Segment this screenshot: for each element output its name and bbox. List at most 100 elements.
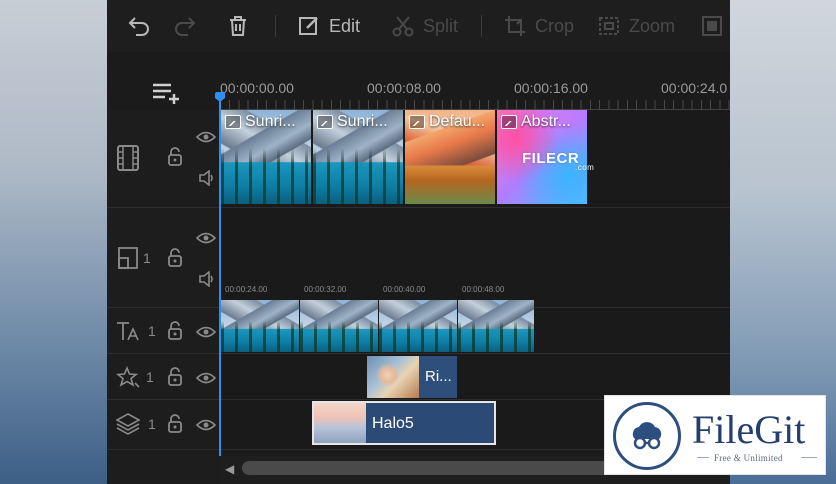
overlay-clip-frame[interactable]	[458, 300, 534, 352]
clip-name: Halo5	[372, 415, 414, 432]
video-clip[interactable]: Sunri...	[221, 110, 311, 204]
clip-thumbnail	[221, 320, 299, 352]
clip-label: Sunri...	[225, 113, 296, 131]
clip-name: Defau...	[429, 113, 486, 130]
add-track-icon[interactable]	[151, 82, 181, 104]
lock-icon[interactable]	[167, 147, 183, 167]
trash-icon	[230, 16, 246, 36]
eye-icon[interactable]	[196, 325, 216, 339]
track-count: 1	[148, 416, 156, 432]
effect-clip[interactable]: Ri...	[367, 356, 457, 398]
speaker-icon[interactable]	[198, 170, 216, 186]
mini-time-label: 00:00:32.00	[304, 285, 347, 294]
clip-thumbnail	[458, 320, 534, 352]
image-icon	[501, 115, 517, 129]
ruler-label: 00:00:24.0	[661, 80, 728, 96]
edit-button[interactable]: Edit	[297, 13, 360, 39]
redo-button[interactable]	[173, 13, 197, 39]
clip-name: Abstr...	[521, 113, 571, 130]
edit-icon	[299, 17, 318, 35]
effects-track-header: 1	[107, 354, 220, 400]
overlay-icon	[118, 247, 138, 269]
lock-icon[interactable]	[167, 414, 183, 434]
filegit-title: FileGit	[692, 407, 806, 452]
overlay-clip-frame[interactable]	[300, 300, 378, 352]
eye-icon[interactable]	[196, 231, 216, 245]
clip-name: Sunri...	[337, 113, 388, 130]
effects-star-icon	[116, 366, 140, 388]
mini-time-label: 00:00:24.00	[225, 285, 268, 294]
ruler-label: 00:00:08.00	[367, 80, 441, 96]
clip-name: Ri...	[425, 368, 452, 385]
split-label: Split	[423, 15, 459, 36]
eye-icon[interactable]	[196, 418, 216, 432]
playhead[interactable]	[219, 96, 221, 456]
watermark-sub: .com	[575, 163, 595, 172]
text-icon	[117, 322, 139, 341]
video-clip[interactable]: Sunri...	[313, 110, 403, 204]
mosaic-button[interactable]	[701, 13, 723, 39]
ruler-label: 00:00:16.00	[514, 80, 588, 96]
eye-icon[interactable]	[196, 130, 216, 144]
video-clip[interactable]: Defau...	[405, 110, 495, 204]
toolbar-divider	[275, 15, 276, 37]
track-count: 1	[143, 250, 151, 266]
zoom-icon	[599, 17, 619, 35]
filegit-logo	[613, 402, 681, 470]
edit-label: Edit	[329, 15, 361, 36]
image-icon	[225, 115, 241, 129]
crop-label: Crop	[535, 15, 575, 36]
clip-name: Sunri...	[245, 113, 296, 130]
lock-icon[interactable]	[167, 321, 183, 341]
clip-thumbnail	[313, 147, 403, 204]
filters-track-header: 1	[107, 400, 220, 450]
scissors-icon	[392, 16, 414, 37]
mini-time-label: 00:00:48.00	[462, 285, 505, 294]
crop-button[interactable]: Crop	[503, 13, 574, 39]
video-track-header	[107, 110, 220, 208]
mosaic-icon	[702, 16, 722, 36]
clip-label: Abstr...	[501, 113, 571, 131]
image-icon	[409, 115, 425, 129]
lock-icon[interactable]	[167, 248, 183, 268]
cloud-glasses-icon	[632, 422, 662, 450]
scroll-left-arrow-icon[interactable]: ◀	[225, 462, 234, 476]
clip-thumbnail	[379, 320, 457, 352]
watermark-text: FILECR	[522, 150, 580, 167]
clip-thumbnail	[367, 356, 419, 398]
zoom-label: Zoom	[629, 15, 676, 36]
eye-icon[interactable]	[196, 371, 216, 385]
redo-icon	[175, 17, 196, 36]
mini-time-label: 00:00:40.00	[383, 285, 426, 294]
lock-icon[interactable]	[167, 367, 183, 387]
filegit-watermark: FileGit Free & Unlimited	[604, 395, 826, 475]
overlay-track-header: 1	[107, 208, 220, 308]
undo-button[interactable]	[127, 13, 151, 39]
zoom-button[interactable]: Zoom	[597, 13, 675, 39]
ruler-label: 00:00:00.00	[220, 80, 294, 96]
clip-thumbnail	[300, 320, 378, 352]
undo-icon	[128, 17, 149, 36]
timeline-ruler[interactable]: 00:00:00.00 00:00:08.00 00:00:16.00 00:0…	[220, 52, 730, 110]
clip-label: Sunri...	[317, 113, 388, 131]
image-icon	[317, 115, 333, 129]
overlay-clip-frame[interactable]	[221, 300, 299, 352]
filter-clip[interactable]: Halo5	[312, 401, 496, 445]
toolbar: Edit Split Crop Zoom	[107, 0, 730, 53]
toolbar-divider	[481, 15, 482, 37]
clip-thumbnail	[221, 147, 311, 204]
layers-icon	[115, 413, 141, 435]
watermark: FILECR .com	[522, 150, 594, 172]
track-count: 1	[146, 369, 154, 385]
speaker-icon[interactable]	[198, 271, 216, 287]
delete-button[interactable]	[227, 13, 249, 39]
clip-label: Defau...	[409, 113, 485, 131]
overlay-clip-frame[interactable]	[379, 300, 457, 352]
track-count: 1	[148, 323, 156, 339]
crop-icon	[505, 16, 525, 36]
split-button[interactable]: Split	[391, 13, 458, 39]
effects-track[interactable]	[220, 354, 730, 400]
text-track-header: 1	[107, 308, 220, 354]
clip-thumbnail	[314, 403, 366, 443]
film-icon	[117, 145, 139, 171]
